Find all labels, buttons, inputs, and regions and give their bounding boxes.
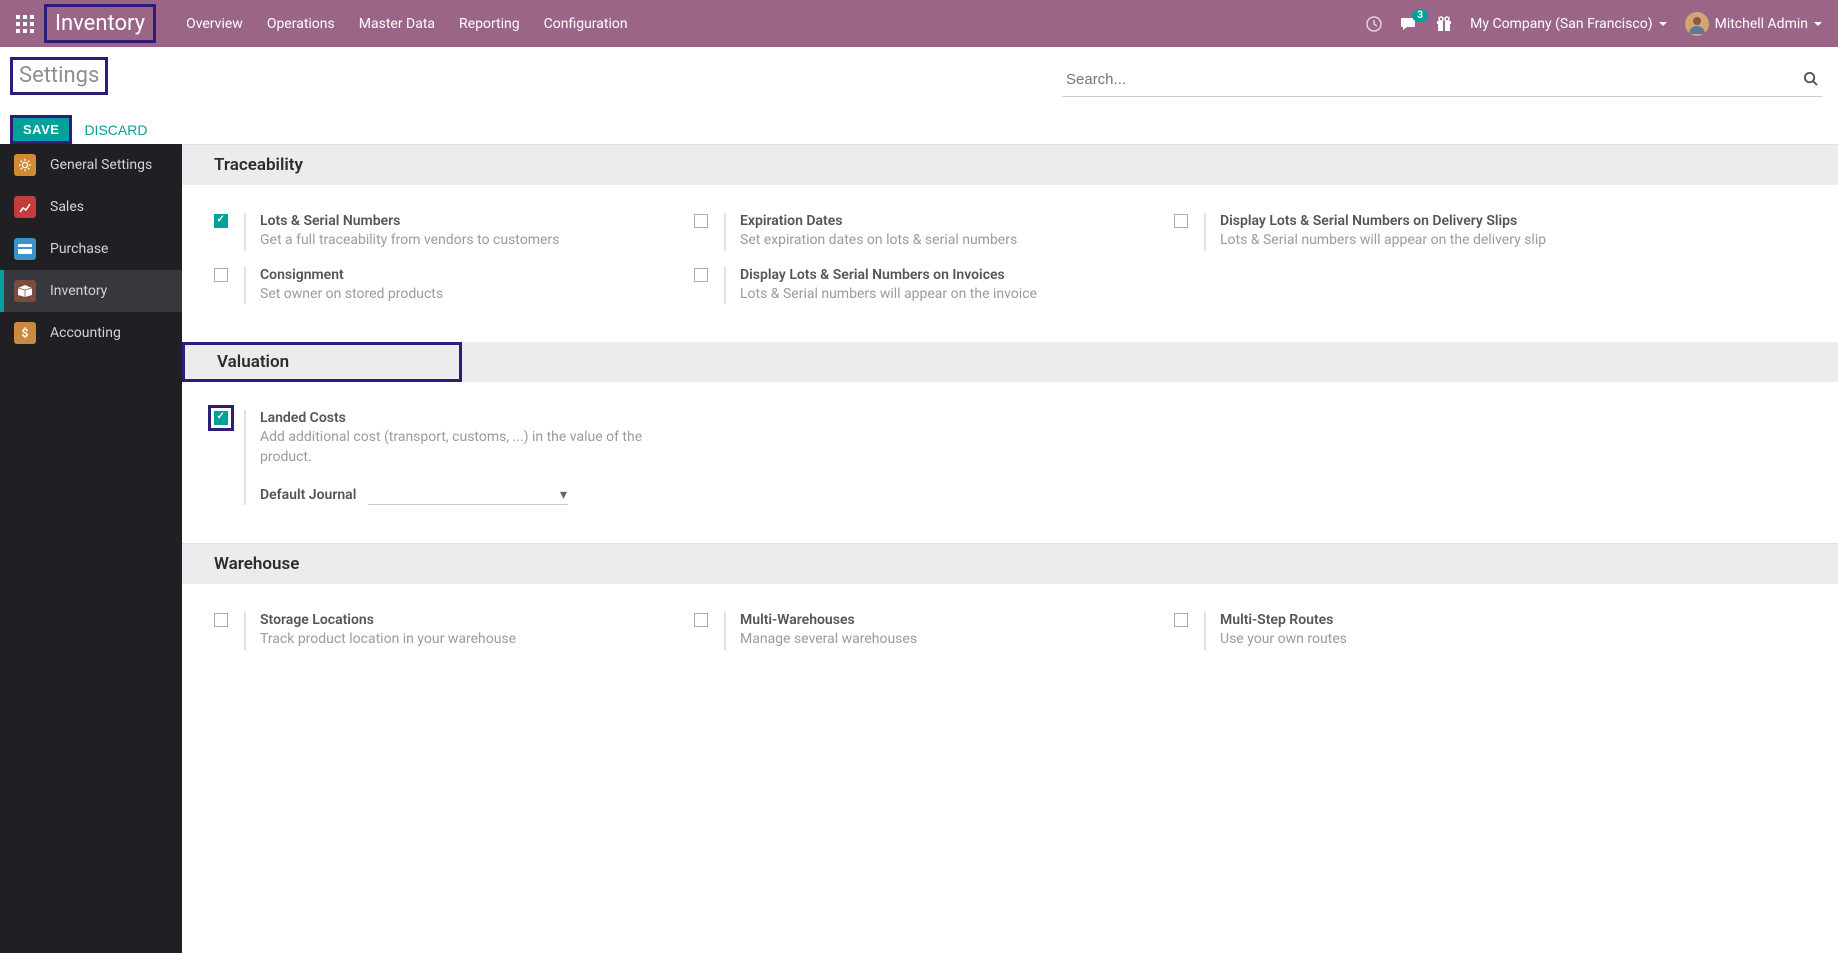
setting-desc: Track product location in your warehouse	[260, 630, 678, 650]
gear-icon	[14, 154, 36, 176]
settings-content: Traceability Lots & Serial Numbers Get a…	[182, 144, 1838, 953]
checkbox-multi-warehouses[interactable]	[694, 613, 708, 627]
section-header-traceability: Traceability	[182, 144, 1838, 185]
caret-down-icon	[1659, 22, 1667, 26]
setting-desc: Set expiration dates on lots & serial nu…	[740, 231, 1158, 251]
messages-icon[interactable]: 3	[1400, 16, 1418, 32]
setting-title: Storage Locations	[260, 612, 678, 628]
control-panel: Settings SAVE DISCARD	[0, 47, 1838, 144]
checkbox-consignment[interactable]	[214, 268, 228, 282]
setting-title: Multi-Step Routes	[1220, 612, 1638, 628]
sidebar-item-label: Accounting	[50, 325, 121, 341]
company-name: My Company (San Francisco)	[1470, 16, 1652, 32]
nav-master-data[interactable]: Master Data	[359, 16, 435, 32]
setting-title: Landed Costs	[260, 410, 678, 426]
default-journal-select[interactable]	[368, 485, 568, 505]
user-name: Mitchell Admin	[1715, 16, 1808, 32]
caret-down-icon	[1814, 22, 1822, 26]
sidebar-item-inventory[interactable]: Inventory	[0, 270, 182, 312]
setting-multi-step-routes: Multi-Step Routes Use your own routes	[1174, 604, 1654, 658]
nav-overview[interactable]: Overview	[186, 16, 243, 32]
checkbox-lots-delivery[interactable]	[1174, 214, 1188, 228]
sidebar-item-accounting[interactable]: $ Accounting	[0, 312, 182, 354]
checkbox-lots-invoices[interactable]	[694, 268, 708, 282]
box-icon	[14, 280, 36, 302]
user-menu[interactable]: Mitchell Admin	[1685, 12, 1822, 36]
sidebar-item-label: Sales	[50, 199, 84, 215]
message-count-badge: 3	[1412, 9, 1428, 22]
setting-storage-locations: Storage Locations Track product location…	[214, 604, 694, 658]
setting-desc: Set owner on stored products	[260, 285, 678, 305]
search-icon[interactable]	[1803, 71, 1818, 90]
setting-lots-serial: Lots & Serial Numbers Get a full traceab…	[214, 205, 694, 259]
setting-desc: Lots & Serial numbers will appear on the…	[740, 285, 1158, 305]
sidebar-item-label: Purchase	[50, 241, 108, 257]
nav-operations[interactable]: Operations	[267, 16, 335, 32]
nav-menu: Overview Operations Master Data Reportin…	[186, 16, 628, 32]
setting-consignment: Consignment Set owner on stored products	[214, 259, 694, 313]
checkbox-storage-locations[interactable]	[214, 613, 228, 627]
setting-multi-warehouses: Multi-Warehouses Manage several warehous…	[694, 604, 1174, 658]
avatar	[1685, 12, 1709, 36]
apps-icon[interactable]	[16, 15, 34, 33]
checkbox-multi-step-routes[interactable]	[1174, 613, 1188, 627]
dollar-icon: $	[14, 322, 36, 344]
default-journal-label: Default Journal	[260, 487, 360, 503]
sidebar-item-purchase[interactable]: Purchase	[0, 228, 182, 270]
setting-lots-delivery: Display Lots & Serial Numbers on Deliver…	[1174, 205, 1654, 259]
chart-icon	[14, 196, 36, 218]
company-selector[interactable]: My Company (San Francisco)	[1470, 16, 1666, 32]
setting-desc: Lots & Serial numbers will appear on the…	[1220, 231, 1638, 251]
section-header-valuation: Valuation	[182, 342, 462, 382]
sidebar-item-sales[interactable]: Sales	[0, 186, 182, 228]
setting-desc: Manage several warehouses	[740, 630, 1158, 650]
search-input[interactable]	[1062, 63, 1822, 97]
nav-reporting[interactable]: Reporting	[459, 16, 520, 32]
checkbox-lots-serial[interactable]	[214, 214, 228, 228]
sidebar-item-label: General Settings	[50, 157, 152, 173]
sidebar-item-general[interactable]: General Settings	[0, 144, 182, 186]
gift-icon[interactable]	[1436, 16, 1452, 32]
clock-icon[interactable]	[1366, 16, 1382, 32]
svg-text:$: $	[22, 326, 29, 340]
setting-title: Expiration Dates	[740, 213, 1158, 229]
setting-desc: Get a full traceability from vendors to …	[260, 231, 678, 251]
setting-title: Display Lots & Serial Numbers on Deliver…	[1220, 213, 1638, 229]
settings-sidebar: General Settings Sales Purchase Inventor…	[0, 144, 182, 953]
sidebar-item-label: Inventory	[50, 283, 107, 299]
save-button[interactable]: SAVE	[10, 115, 72, 144]
section-header-warehouse: Warehouse	[182, 543, 1838, 584]
setting-desc: Use your own routes	[1220, 630, 1638, 650]
page-title: Settings	[10, 57, 108, 95]
setting-title: Lots & Serial Numbers	[260, 213, 678, 229]
checkbox-expiration-dates[interactable]	[694, 214, 708, 228]
discard-button[interactable]: DISCARD	[84, 122, 147, 138]
setting-landed-costs: Landed Costs Add additional cost (transp…	[214, 402, 694, 513]
setting-title: Consignment	[260, 267, 678, 283]
setting-desc: Add additional cost (transport, customs,…	[260, 428, 678, 467]
setting-title: Multi-Warehouses	[740, 612, 1158, 628]
app-brand[interactable]: Inventory	[44, 4, 156, 43]
setting-title: Display Lots & Serial Numbers on Invoice…	[740, 267, 1158, 283]
setting-expiration-dates: Expiration Dates Set expiration dates on…	[694, 205, 1174, 259]
top-navbar: Inventory Overview Operations Master Dat…	[0, 0, 1838, 47]
setting-lots-invoices: Display Lots & Serial Numbers on Invoice…	[694, 259, 1174, 313]
nav-right: 3 My Company (San Francisco) Mitchell Ad…	[1366, 12, 1822, 36]
nav-configuration[interactable]: Configuration	[544, 16, 628, 32]
checkbox-landed-costs[interactable]	[214, 411, 228, 425]
card-icon	[14, 238, 36, 260]
